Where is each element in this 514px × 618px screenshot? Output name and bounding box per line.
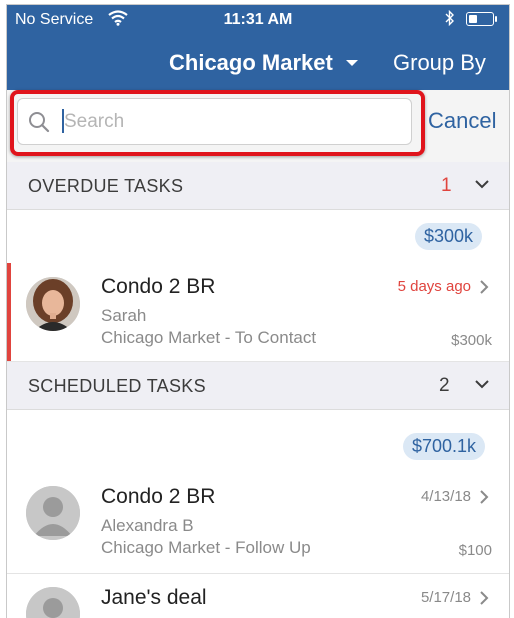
total-badge: $300k bbox=[415, 223, 483, 250]
search-box[interactable] bbox=[17, 98, 412, 145]
bluetooth-icon bbox=[445, 9, 455, 31]
chevron-right-icon bbox=[479, 279, 489, 300]
section-header-scheduled[interactable]: SCHEDULED TASKS 2 bbox=[7, 362, 509, 410]
search-icon bbox=[29, 112, 50, 133]
task-market-status: Chicago Market - To Contact bbox=[101, 328, 317, 347]
nav-bar: Chicago Market Group By bbox=[7, 45, 509, 81]
task-row[interactable]: Jane's deal 5/17/18 bbox=[7, 574, 509, 618]
market-selector[interactable]: Chicago Market bbox=[169, 50, 333, 76]
task-name: Condo 2 BR bbox=[101, 275, 216, 298]
status-time: 11:31 AM bbox=[223, 11, 293, 28]
task-contact: Alexandra B bbox=[101, 516, 194, 535]
task-market-status: Chicago Market - Follow Up bbox=[101, 538, 311, 557]
task-name: Jane's deal bbox=[101, 586, 207, 609]
chevron-right-icon bbox=[479, 489, 489, 510]
section-count: 2 bbox=[439, 375, 450, 396]
avatar-placeholder bbox=[26, 486, 80, 540]
section-title: OVERDUE TASKS bbox=[28, 176, 184, 196]
section-header-overdue[interactable]: OVERDUE TASKS 1 bbox=[7, 162, 509, 210]
task-value: $300k bbox=[451, 332, 492, 349]
task-row[interactable]: Condo 2 BR Sarah Chicago Market - To Con… bbox=[7, 263, 509, 362]
battery-icon bbox=[466, 12, 497, 26]
search-input[interactable] bbox=[62, 107, 396, 137]
status-bar: No Service 11:31 AM bbox=[7, 5, 509, 33]
task-due: 4/13/18 bbox=[420, 488, 471, 505]
task-contact: Sarah bbox=[101, 306, 147, 325]
section-total-row: $300k bbox=[7, 210, 509, 264]
task-due: 5 days ago bbox=[397, 278, 471, 295]
avatar bbox=[26, 277, 80, 331]
task-value: $100 bbox=[458, 542, 492, 559]
group-by-button[interactable]: Group By bbox=[393, 50, 486, 76]
task-row[interactable]: Condo 2 BR Alexandra B Chicago Market - … bbox=[7, 473, 509, 574]
task-due: 5/17/18 bbox=[420, 589, 471, 606]
avatar-placeholder bbox=[26, 587, 80, 618]
cancel-button[interactable]: Cancel bbox=[428, 108, 496, 134]
total-badge: $700.1k bbox=[403, 433, 486, 460]
section-count: 1 bbox=[441, 175, 452, 196]
chevron-down-icon[interactable] bbox=[474, 376, 490, 397]
chevron-right-icon bbox=[479, 590, 489, 611]
caret-down-icon[interactable] bbox=[346, 60, 358, 66]
search-row: Cancel bbox=[7, 90, 509, 162]
overdue-indicator bbox=[7, 263, 11, 361]
app-screen: No Service 11:31 AM Chicago Market Group… bbox=[6, 4, 510, 618]
chevron-down-icon[interactable] bbox=[474, 176, 490, 197]
task-name: Condo 2 BR bbox=[101, 485, 216, 508]
header: No Service 11:31 AM Chicago Market Group… bbox=[7, 5, 509, 90]
section-title: SCHEDULED TASKS bbox=[28, 376, 206, 396]
section-total-row: $700.1k bbox=[7, 420, 509, 474]
